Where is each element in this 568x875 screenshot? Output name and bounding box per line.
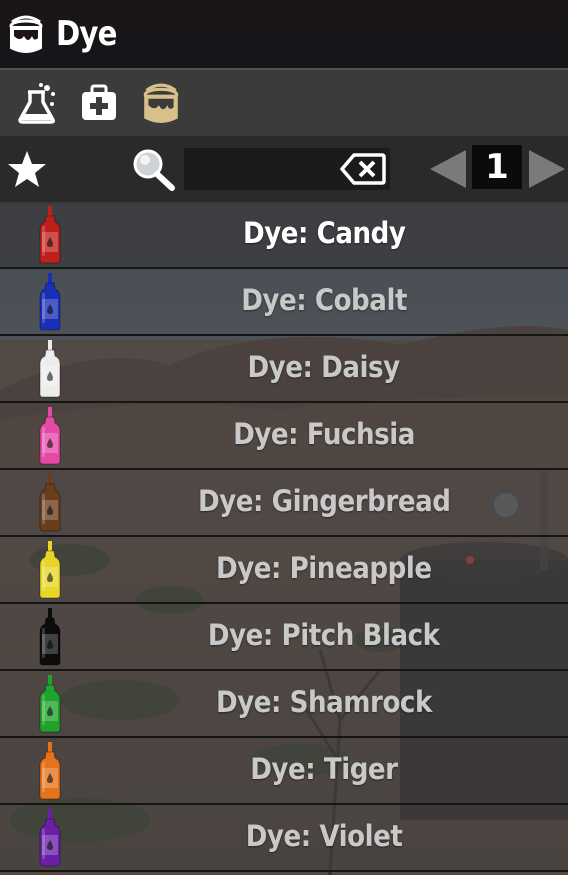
list-item[interactable]: Dye: Fuchsia: [0, 403, 568, 470]
list-item[interactable]: Dye: Cobalt: [0, 269, 568, 336]
list-item[interactable]: Dye: Gingerbread: [0, 470, 568, 537]
first-aid-kit-icon: [82, 84, 116, 120]
tab-dye[interactable]: [132, 79, 190, 127]
tab-medical[interactable]: [70, 79, 128, 127]
item-label: Dye: Pitch Black: [208, 618, 440, 652]
item-label: Dye: Pineapple: [216, 551, 432, 585]
item-label: Dye: Cobalt: [241, 283, 407, 317]
page-prev-button[interactable]: [428, 148, 468, 190]
dye-bottle-icon: [39, 742, 61, 800]
paint-bucket-icon: [143, 83, 179, 123]
dye-bottle-icon: [39, 206, 61, 264]
backspace-icon[interactable]: [340, 152, 386, 186]
page-number: 1: [472, 145, 522, 189]
dye-bottle-icon: [39, 608, 61, 666]
list-item[interactable]: Dye: Violet: [0, 805, 568, 872]
search-input[interactable]: [184, 148, 350, 188]
item-label: Dye: Shamrock: [216, 685, 432, 719]
dye-bottle-icon: [39, 340, 61, 398]
star-icon[interactable]: [6, 149, 48, 189]
item-label: Dye: Gingerbread: [197, 484, 451, 518]
list-item[interactable]: Dye: Pineapple: [0, 537, 568, 604]
dye-bottle-icon: [39, 541, 61, 599]
list-item[interactable]: Dye: Tiger: [0, 738, 568, 805]
list-item[interactable]: Dye: Pitch Black: [0, 604, 568, 671]
item-label: Dye: Violet: [245, 819, 403, 853]
recipe-list: Dye: Candy Dye: Cobalt Dye: Daisy Dye: F…: [0, 202, 568, 875]
dye-bottle-icon: [39, 407, 61, 465]
list-item[interactable]: Dye: Shamrock: [0, 671, 568, 738]
dye-bottle-icon: [39, 809, 61, 867]
tab-chemistry[interactable]: [8, 79, 66, 127]
filter-bar: 1: [0, 136, 568, 204]
item-label: Dye: Fuchsia: [233, 417, 415, 451]
item-label: Dye: Daisy: [247, 350, 401, 384]
item-label: Dye: Candy: [242, 216, 406, 250]
list-item[interactable]: Dye: Candy: [0, 202, 568, 269]
dye-bottle-icon: [39, 474, 61, 532]
window-title-bar: Dye: [0, 0, 568, 68]
paint-bucket-icon: [9, 15, 43, 53]
dye-bottle-icon: [39, 675, 61, 733]
magnifier-icon[interactable]: [130, 146, 176, 192]
item-label: Dye: Tiger: [250, 752, 398, 786]
list-item[interactable]: Dye: Daisy: [0, 336, 568, 403]
window-title: Dye: [56, 14, 117, 54]
dye-bottle-icon: [39, 273, 61, 331]
flask-icon: [18, 83, 55, 124]
category-tab-bar: [0, 68, 568, 138]
page-next-button[interactable]: [527, 148, 567, 190]
